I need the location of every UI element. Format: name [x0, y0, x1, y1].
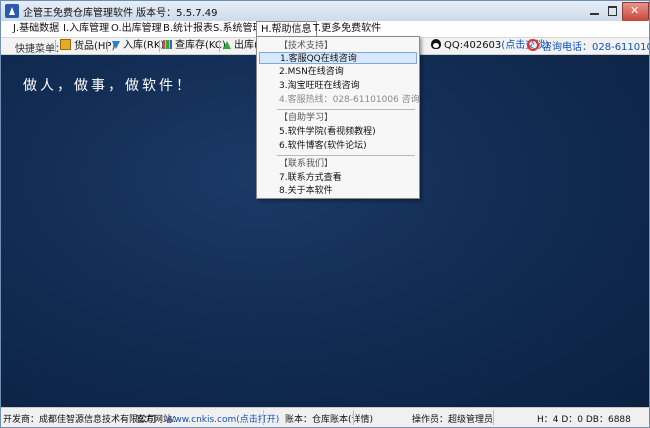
- menu-item-blog-forum[interactable]: 6.软件博客(软件论坛): [259, 140, 417, 152]
- maximize-button[interactable]: [604, 2, 622, 20]
- menu-help[interactable]: H.帮助信息: [256, 21, 317, 37]
- bar-chart-icon: [163, 40, 172, 49]
- minimize-button[interactable]: [586, 2, 604, 20]
- toolbar-separator: [55, 40, 56, 52]
- phone-icon: [527, 39, 539, 51]
- database-info: H：4 D：0 DB：6888: [537, 415, 631, 425]
- arrow-down-icon: [112, 41, 120, 49]
- menu-inbound[interactable]: I.入库管理: [59, 21, 113, 37]
- account-book-info[interactable]: 账本：仓库账本(详情): [285, 412, 373, 425]
- app-logo-icon: [5, 4, 19, 18]
- menu-basic-data[interactable]: J.基础数据: [9, 21, 63, 37]
- toolbar-separator: [219, 40, 220, 52]
- arrow-up-icon: [223, 41, 231, 49]
- status-bar: 开发商：成都佳智源信息技术有限公司 官方网站： www.cnkis.com(点击…: [1, 407, 649, 427]
- qq-penguin-icon: [431, 39, 441, 49]
- menu-more-software[interactable]: T.更多免费软件: [309, 21, 385, 37]
- menu-separator: [277, 155, 415, 156]
- status-divider: [263, 410, 264, 425]
- close-button[interactable]: [622, 2, 649, 22]
- menu-item-taobao-consult[interactable]: 3.淘宝旺旺在线咨询: [259, 80, 417, 92]
- group-contact-us: 【联系我们】: [279, 159, 334, 169]
- goods-icon: [60, 39, 71, 50]
- window-title: 企管王免费仓库管理软件 版本号：5.5.7.49: [23, 8, 218, 19]
- menu-item-video-tutorials[interactable]: 5.软件学院(看视频教程): [259, 126, 417, 138]
- status-divider: [493, 410, 494, 425]
- menu-outbound[interactable]: O.出库管理: [107, 21, 166, 37]
- qq-number: QQ:402603: [444, 40, 502, 51]
- stock-query-button[interactable]: 查库存(KC): [163, 39, 226, 53]
- inbound-button[interactable]: 入库(RK): [112, 39, 164, 53]
- menu-item-msn-consult[interactable]: 2.MSN在线咨询: [259, 66, 417, 78]
- slogan-text: 做人，做事，做软件！: [23, 78, 193, 94]
- title-bar: 企管王免费仓库管理软件 版本号：5.5.7.49: [1, 1, 649, 22]
- quick-menu-label: 快捷菜单：: [15, 44, 65, 55]
- toolbar-separator: [107, 40, 108, 52]
- menu-item-about[interactable]: 8.关于本软件: [259, 185, 417, 197]
- group-self-learning: 【自助学习】: [279, 113, 334, 123]
- phone-consult: 咨询电话：028-61101006: [527, 39, 649, 53]
- developer-info: 开发商：成都佳智源信息技术有限公司: [3, 415, 157, 425]
- status-divider: [353, 410, 354, 425]
- goods-label: 货品(HP): [74, 41, 116, 52]
- toolbar-separator: [159, 40, 160, 52]
- operator-info: 操作员：超级管理员: [412, 415, 494, 425]
- app-window: 企管王免费仓库管理软件 版本号：5.5.7.49 J.基础数据 I.入库管理 O…: [0, 0, 650, 428]
- menu-item-hotline[interactable]: 4.客服热线：028-61101006 咨询: [259, 94, 420, 106]
- phone-text: 咨询电话：028-61101006: [542, 42, 649, 53]
- menu-item-contact-info[interactable]: 7.联系方式查看: [259, 172, 417, 184]
- menu-separator: [277, 109, 415, 110]
- help-menu-dropdown: 【技术支持】 1.客服QQ在线咨询 2.MSN在线咨询 3.淘宝旺旺在线咨询 4…: [256, 36, 420, 199]
- menu-item-qq-consult[interactable]: 1.客服QQ在线咨询: [259, 52, 417, 64]
- group-tech-support: 【技术支持】: [279, 41, 334, 51]
